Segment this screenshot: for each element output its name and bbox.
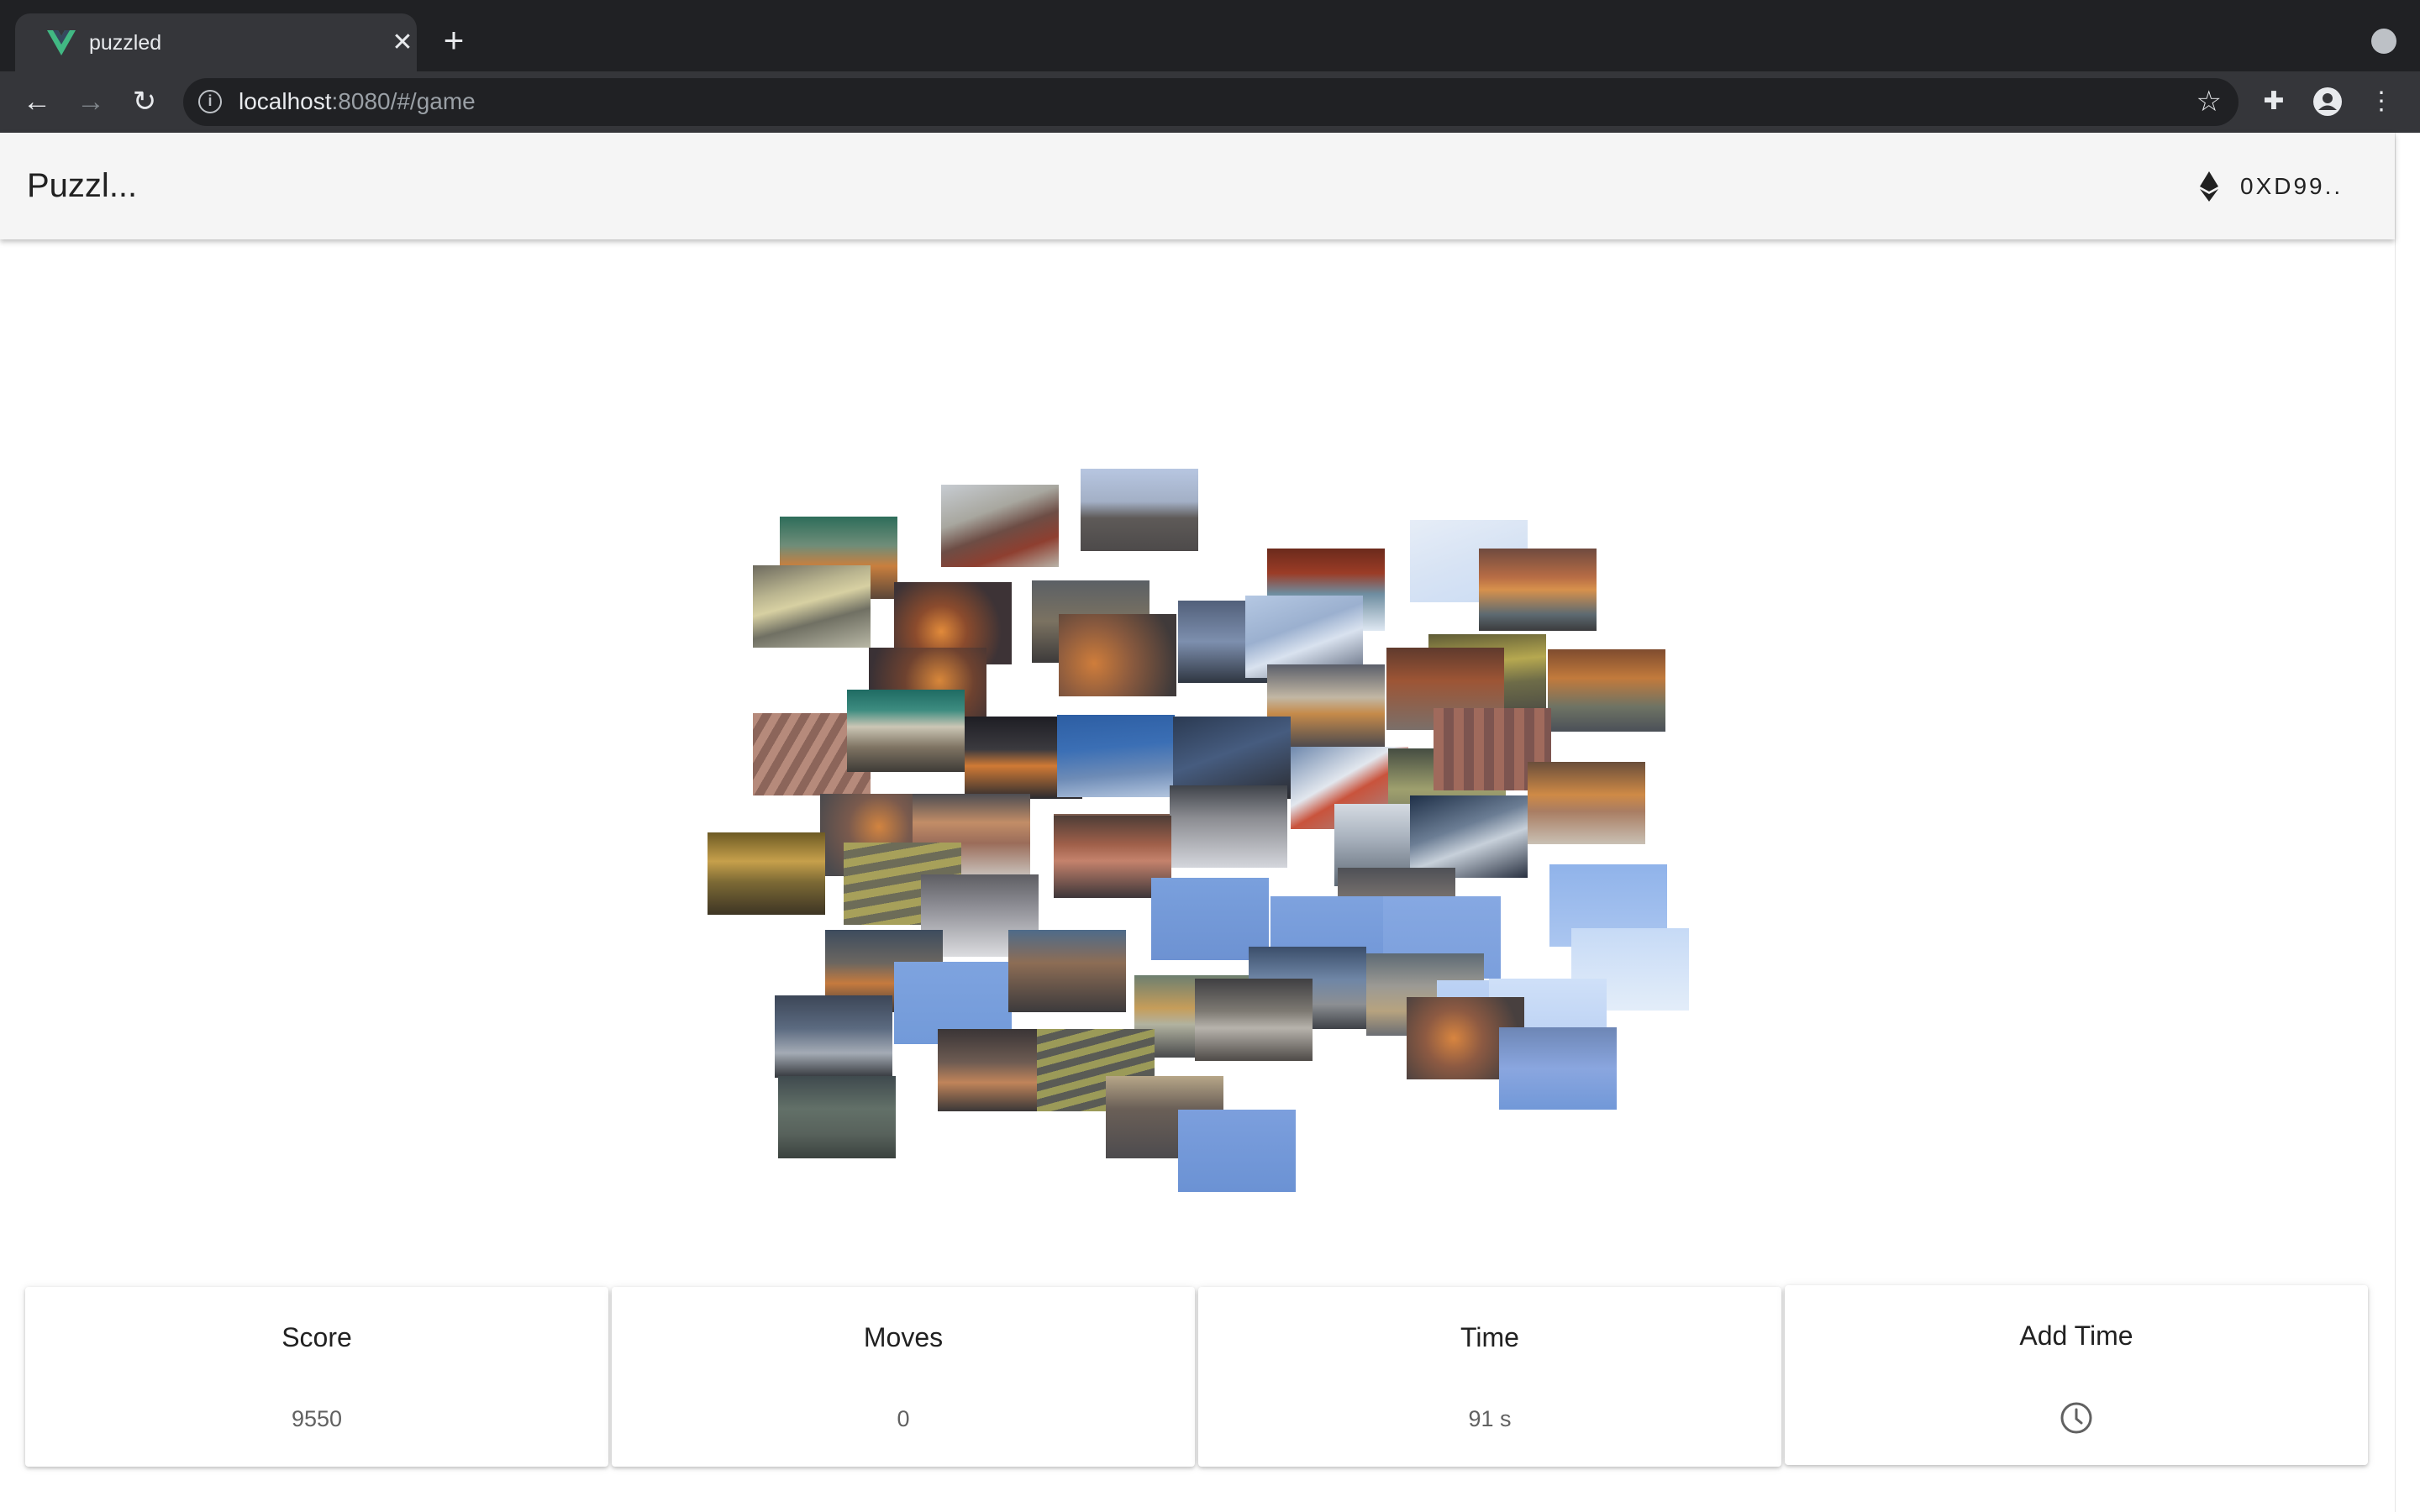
- time-label: Time: [1460, 1322, 1519, 1352]
- puzzle-piece[interactable]: [1170, 785, 1287, 868]
- tab-search-icon[interactable]: [2371, 29, 2396, 54]
- profile-avatar-icon[interactable]: [2312, 87, 2343, 117]
- puzzle-piece[interactable]: [708, 832, 825, 915]
- address-bar[interactable]: i localhost:8080/#/game ☆: [183, 78, 2238, 126]
- site-info-icon[interactable]: i: [198, 90, 222, 113]
- puzzle-piece[interactable]: [1528, 762, 1645, 844]
- puzzle-piece[interactable]: [1081, 469, 1198, 551]
- wallet-address: 0XD99..: [2240, 173, 2344, 199]
- moves-label: Moves: [863, 1322, 944, 1352]
- puzzle-piece[interactable]: [1008, 930, 1126, 1012]
- url-host: localhost: [239, 88, 332, 114]
- tab-title: puzzled: [89, 31, 162, 55]
- close-tab-icon[interactable]: ✕: [388, 29, 417, 57]
- forward-arrow-icon[interactable]: →: [74, 85, 108, 118]
- puzzle-piece[interactable]: [778, 1076, 896, 1158]
- puzzle-piece[interactable]: [1178, 1110, 1296, 1192]
- score-label: Score: [281, 1322, 352, 1352]
- add-time-label: Add Time: [2019, 1320, 2133, 1351]
- puzzle-piece[interactable]: [1548, 649, 1665, 732]
- puzzle-piece[interactable]: [753, 565, 871, 648]
- vue-logo-icon: [47, 30, 76, 55]
- puzzle-piece[interactable]: [1057, 715, 1175, 797]
- puzzle-piece[interactable]: [1410, 795, 1528, 878]
- time-card: Time 91 s: [1198, 1287, 1781, 1467]
- puzzle-piece[interactable]: [1059, 614, 1176, 696]
- moves-value: 0: [897, 1406, 910, 1431]
- app-title: Puzzl...: [27, 167, 138, 204]
- browser-tabstrip: puzzled ✕ +: [0, 0, 2420, 71]
- puzzle-piece[interactable]: [775, 995, 892, 1078]
- stats-bar: Score 9550 Moves 0 Time 91 s Add Time: [25, 1285, 2371, 1467]
- ethereum-icon: [2200, 171, 2218, 202]
- extensions-puzzle-icon[interactable]: ✚: [2259, 87, 2289, 117]
- browser-menu-icon[interactable]: ⋮: [2366, 87, 2396, 117]
- puzzle-board: [0, 239, 2395, 1273]
- back-arrow-icon[interactable]: ←: [20, 85, 54, 118]
- puzzle-piece[interactable]: [1195, 979, 1313, 1061]
- puzzle-piece[interactable]: [847, 690, 965, 772]
- puzzle-piece[interactable]: [1499, 1027, 1617, 1110]
- browser-tab[interactable]: puzzled ✕: [15, 13, 417, 71]
- app-bar: Puzzl... 0XD99..: [0, 133, 2395, 239]
- puzzle-piece[interactable]: [941, 485, 1059, 567]
- puzzle-piece[interactable]: [1479, 549, 1597, 631]
- url-path: :8080/#/game: [331, 88, 476, 114]
- score-value: 9550: [291, 1406, 343, 1431]
- new-tab-icon[interactable]: +: [439, 23, 469, 58]
- moves-card: Moves 0: [612, 1287, 1195, 1467]
- reload-icon[interactable]: ↻: [128, 85, 161, 118]
- url-text[interactable]: localhost:8080/#/game: [239, 87, 476, 116]
- score-card: Score 9550: [25, 1287, 608, 1467]
- bookmark-star-icon[interactable]: ☆: [2196, 87, 2222, 117]
- add-time-button[interactable]: Add Time: [1785, 1285, 2368, 1465]
- page-scrollbar[interactable]: [2395, 133, 2420, 1512]
- clock-icon[interactable]: [2060, 1401, 2093, 1435]
- browser-toolbar: ← → ↻ i localhost:8080/#/game ☆ ✚ ⋮: [0, 71, 2420, 133]
- time-value: 91 s: [1468, 1406, 1512, 1431]
